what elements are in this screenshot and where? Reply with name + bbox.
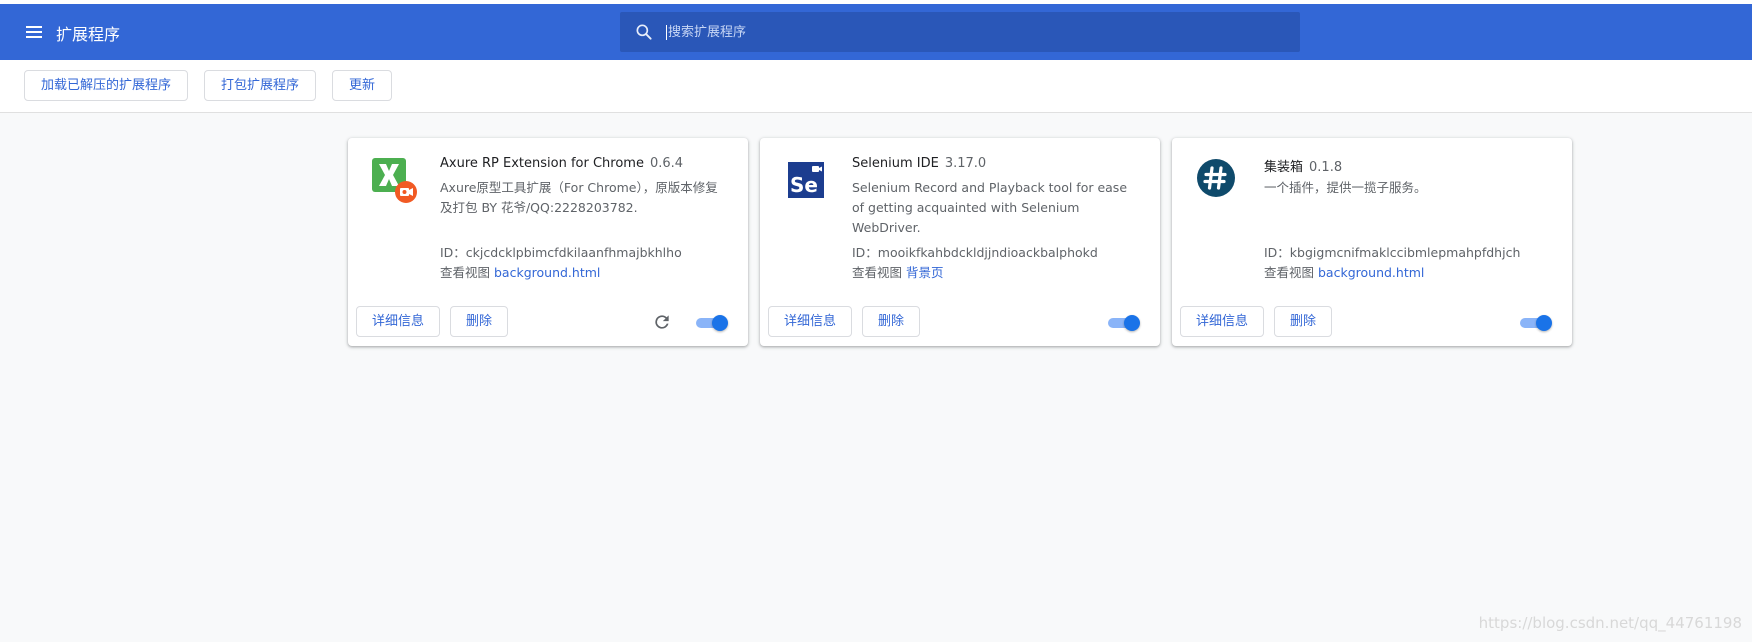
extension-card: 集装箱 0.1.8 一个插件，提供一揽子服务。 ID：kbgigmcnifmakl… bbox=[1172, 138, 1572, 346]
enable-toggle[interactable] bbox=[696, 314, 728, 332]
pack-extension-button[interactable]: 打包扩展程序 bbox=[204, 70, 317, 101]
extension-id: ID：ckjcdcklpbimcfdkilaanfhmajbkhlho bbox=[440, 245, 682, 260]
extension-card: Se Selenium IDE 3.17.0 Selenium Record an… bbox=[760, 138, 1160, 346]
load-unpacked-button[interactable]: 加载已解压的扩展程序 bbox=[24, 70, 189, 101]
reload-icon[interactable] bbox=[652, 312, 672, 332]
extension-name: Axure RP Extension for Chrome bbox=[440, 156, 644, 171]
hash-icon bbox=[1197, 159, 1235, 197]
extension-description: Selenium Record and Playback tool for ea… bbox=[852, 180, 1128, 235]
watermark: https://blog.csdn.net/qq_44761198 bbox=[1478, 614, 1742, 632]
extension-id: ID：mooikfkahbdckldjjndioackbalphokd bbox=[852, 245, 1098, 260]
inspect-views: 查看视图 background.html bbox=[440, 262, 600, 281]
extension-version: 0.6.4 bbox=[649, 156, 684, 171]
selenium-icon: Se bbox=[788, 162, 824, 198]
inspect-views-label: 查看视图 bbox=[852, 265, 903, 280]
details-button[interactable]: 详细信息 bbox=[1180, 306, 1265, 337]
enable-toggle[interactable] bbox=[1108, 314, 1140, 332]
search-box[interactable] bbox=[620, 12, 1300, 52]
header-bar: 扩展程序 bbox=[0, 4, 1752, 60]
text-caret bbox=[666, 25, 667, 40]
extension-name: Selenium IDE bbox=[852, 156, 939, 171]
search-icon bbox=[636, 24, 652, 40]
svg-text:Se: Se bbox=[790, 173, 818, 197]
extension-title-row: Axure RP Extension for Chrome 0.6.4 bbox=[440, 156, 683, 171]
background-page-link[interactable]: background.html bbox=[494, 265, 600, 280]
update-button[interactable]: 更新 bbox=[332, 70, 393, 101]
toolbar: 加载已解压的扩展程序 打包扩展程序 更新 bbox=[0, 60, 1752, 113]
hamburger-menu-icon[interactable] bbox=[24, 22, 44, 42]
extension-card: Axure RP Extension for Chrome 0.6.4 Axure… bbox=[348, 138, 748, 346]
axure-icon bbox=[372, 158, 417, 203]
extension-title-row: Selenium IDE 3.17.0 bbox=[852, 156, 986, 171]
inspect-views: 查看视图 background.html bbox=[1264, 262, 1424, 281]
extension-version: 0.1.8 bbox=[1309, 160, 1343, 175]
extension-description: Axure原型工具扩展（For Chrome），原版本修复及打包 BY 花爷/Q… bbox=[440, 180, 718, 215]
remove-button[interactable]: 删除 bbox=[862, 306, 921, 337]
inspect-views-label: 查看视图 bbox=[440, 265, 491, 280]
background-page-link[interactable]: 背景页 bbox=[906, 265, 944, 280]
extension-description: 一个插件，提供一揽子服务。 bbox=[1264, 180, 1427, 195]
remove-button[interactable]: 删除 bbox=[1274, 306, 1333, 337]
extension-name: 集装箱 bbox=[1264, 160, 1304, 175]
extension-version: 3.17.0 bbox=[944, 156, 987, 171]
details-button[interactable]: 详细信息 bbox=[356, 306, 441, 337]
extension-title-row: 集装箱 0.1.8 bbox=[1264, 156, 1342, 175]
inspect-views: 查看视图 背景页 bbox=[852, 262, 944, 281]
page-title: 扩展程序 bbox=[56, 25, 121, 44]
remove-button[interactable]: 删除 bbox=[450, 306, 509, 337]
inspect-views-label: 查看视图 bbox=[1264, 265, 1315, 280]
details-button[interactable]: 详细信息 bbox=[768, 306, 853, 337]
extension-id: ID：kbgigmcnifmaklccibmlepmahpfdhjch bbox=[1264, 245, 1521, 260]
background-page-link[interactable]: background.html bbox=[1318, 265, 1424, 280]
enable-toggle[interactable] bbox=[1520, 314, 1552, 332]
search-input[interactable] bbox=[666, 12, 1286, 52]
